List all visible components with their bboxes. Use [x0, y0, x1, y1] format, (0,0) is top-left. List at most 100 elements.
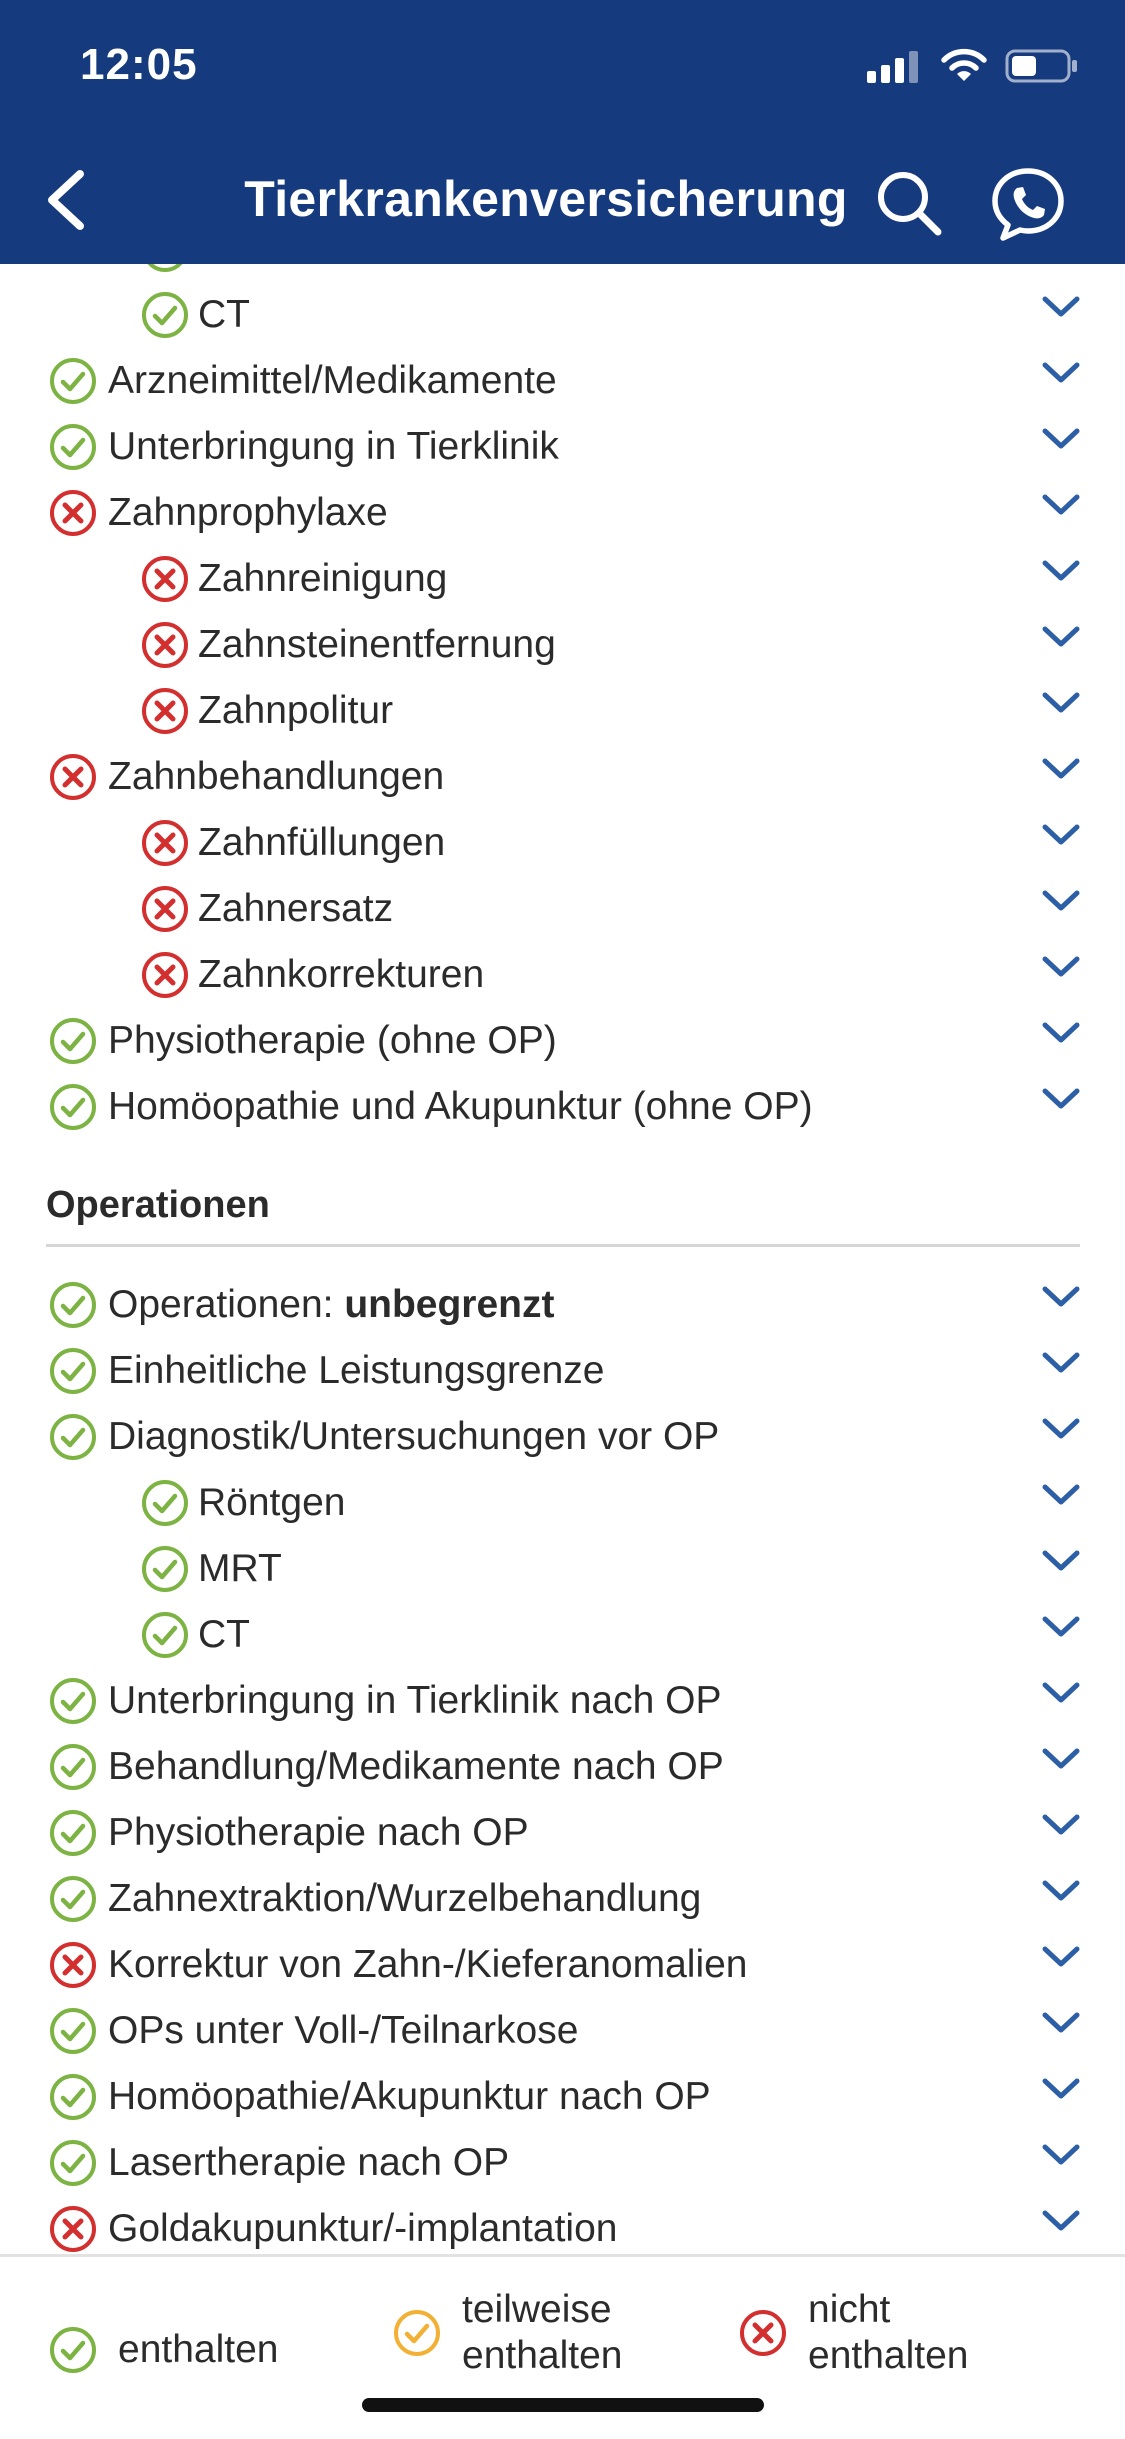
- search-button[interactable]: [874, 168, 944, 238]
- section-divider: [46, 1244, 1080, 1247]
- check-circle-icon: [48, 2325, 98, 2375]
- chevron-down-icon[interactable]: [1040, 1084, 1082, 1114]
- x-circle-icon: [48, 1940, 98, 1990]
- list-item[interactable]: Zahnbehandlungen: [0, 744, 1125, 810]
- chevron-down-icon[interactable]: [1040, 1876, 1082, 1906]
- chevron-down-icon[interactable]: [1040, 358, 1082, 388]
- list-item-label: CT: [198, 293, 250, 336]
- x-circle-icon: [140, 884, 190, 934]
- list-item[interactable]: Physiotherapie (ohne OP): [0, 1008, 1125, 1074]
- list-item[interactable]: Zahnextraktion/Wurzelbehandlung: [0, 1866, 1125, 1932]
- legend-partial-label: teilweise enthalten: [462, 2288, 623, 2377]
- list-item-label: Röntgen: [198, 1481, 346, 1524]
- chevron-down-icon[interactable]: [1040, 1282, 1082, 1312]
- chevron-down-icon[interactable]: [1040, 820, 1082, 850]
- list-item-label: Behandlung/Medikamente nach OP: [108, 1745, 724, 1788]
- legend-included-label: enthalten: [118, 2328, 279, 2371]
- list-item[interactable]: Unterbringung in Tierklinik nach OP: [0, 1668, 1125, 1734]
- check-circle-icon: [140, 1478, 190, 1528]
- list-item[interactable]: Homöopathie/Akupunktur nach OP: [0, 2064, 1125, 2130]
- chevron-down-icon[interactable]: [1040, 292, 1082, 322]
- list-item-label: Zahnfüllungen: [198, 821, 446, 864]
- list-item[interactable]: Unterbringung in Tierklinik: [0, 414, 1125, 480]
- x-circle-icon: [48, 2204, 98, 2254]
- list-item-label: Zahnpolitur: [198, 689, 394, 732]
- check-circle-icon: [48, 2138, 98, 2188]
- chevron-down-icon[interactable]: [1040, 952, 1082, 982]
- x-circle-icon: [48, 752, 98, 802]
- list-item[interactable]: Physiotherapie nach OP: [0, 1800, 1125, 1866]
- check-circle-icon: [140, 290, 190, 340]
- status-bar: 12:05: [0, 0, 1125, 140]
- list-item-label: Korrektur von Zahn-/Kieferanomalien: [108, 1943, 748, 1986]
- legend-included: enthalten: [48, 2325, 278, 2375]
- list-item[interactable]: Einheitliche Leistungsgrenze: [0, 1338, 1125, 1404]
- call-button[interactable]: [990, 166, 1066, 242]
- chevron-down-icon[interactable]: [1040, 622, 1082, 652]
- check-circle-icon: [48, 356, 98, 406]
- list-item[interactable]: Zahnsteinentfernung: [0, 612, 1125, 678]
- list-item[interactable]: Zahnkorrekturen: [0, 942, 1125, 1008]
- list-item[interactable]: Operationen: unbegrenzt: [0, 1272, 1125, 1338]
- coverage-list: CT Arzneimittel/Medikamente Unterbringung …: [0, 264, 1125, 2254]
- list-item[interactable]: Zahnfüllungen: [0, 810, 1125, 876]
- chevron-down-icon[interactable]: [1040, 886, 1082, 916]
- chevron-down-icon[interactable]: [1040, 1810, 1082, 1840]
- chevron-down-icon[interactable]: [1040, 1348, 1082, 1378]
- navigation-bar: Tierkrankenversicherung: [0, 140, 1125, 264]
- list-item[interactable]: MRT: [0, 1536, 1125, 1602]
- chevron-down-icon[interactable]: [1040, 1678, 1082, 1708]
- partial-check-circle-icon: [392, 2308, 442, 2358]
- list-item[interactable]: Zahnersatz: [0, 876, 1125, 942]
- list-item[interactable]: Zahnpolitur: [0, 678, 1125, 744]
- list-item-label: MRT: [198, 1547, 282, 1590]
- list-item[interactable]: CT: [0, 282, 1125, 348]
- chevron-down-icon[interactable]: [1040, 2140, 1082, 2170]
- list-item-label: Zahnprophylaxe: [108, 491, 388, 534]
- list-item-label: Operationen: unbegrenzt: [108, 1283, 555, 1326]
- x-circle-icon: [140, 620, 190, 670]
- list-item[interactable]: CT: [0, 1602, 1125, 1668]
- chevron-down-icon[interactable]: [1040, 688, 1082, 718]
- list-item-label: Zahnbehandlungen: [108, 755, 445, 798]
- chevron-down-icon[interactable]: [1040, 754, 1082, 784]
- chevron-down-icon[interactable]: [1040, 2074, 1082, 2104]
- chevron-down-icon[interactable]: [1040, 1414, 1082, 1444]
- list-item-label: Unterbringung in Tierklinik nach OP: [108, 1679, 722, 1722]
- check-circle-icon: [48, 1742, 98, 1792]
- list-item-label: Einheitliche Leistungsgrenze: [108, 1349, 605, 1392]
- chevron-down-icon[interactable]: [1040, 2008, 1082, 2038]
- chevron-down-icon[interactable]: [1040, 2206, 1082, 2236]
- list-item-label: OPs unter Voll-/Teilnarkose: [108, 2009, 579, 2052]
- x-circle-icon: [140, 818, 190, 868]
- list-item-label: Zahnkorrekturen: [198, 953, 485, 996]
- chevron-down-icon[interactable]: [1040, 1018, 1082, 1048]
- legend-excluded: nicht enthalten: [738, 2287, 968, 2379]
- list-item[interactable]: Diagnostik/Untersuchungen vor OP: [0, 1404, 1125, 1470]
- list-item-label: CT: [198, 1613, 250, 1656]
- chevron-down-icon[interactable]: [1040, 1612, 1082, 1642]
- chevron-down-icon[interactable]: [1040, 1480, 1082, 1510]
- list-item[interactable]: Goldakupunktur/-implantation: [0, 2196, 1125, 2254]
- home-indicator: [362, 2398, 764, 2412]
- list-item[interactable]: Zahnprophylaxe: [0, 480, 1125, 546]
- chevron-down-icon[interactable]: [1040, 424, 1082, 454]
- wifi-icon: [941, 48, 987, 81]
- chevron-down-icon[interactable]: [1040, 490, 1082, 520]
- chevron-down-icon[interactable]: [1040, 1942, 1082, 1972]
- list-item[interactable]: Zahnreinigung: [0, 546, 1125, 612]
- battery-icon: [1005, 49, 1077, 83]
- list-item[interactable]: Homöopathie und Akupunktur (ohne OP): [0, 1074, 1125, 1140]
- chevron-down-icon[interactable]: [1040, 1744, 1082, 1774]
- chevron-down-icon[interactable]: [1040, 1546, 1082, 1576]
- list-item[interactable]: Korrektur von Zahn-/Kieferanomalien: [0, 1932, 1125, 1998]
- list-item[interactable]: Arzneimittel/Medikamente: [0, 348, 1125, 414]
- chevron-down-icon[interactable]: [1040, 556, 1082, 586]
- list-item-label: Diagnostik/Untersuchungen vor OP: [108, 1415, 720, 1458]
- list-item[interactable]: OPs unter Voll-/Teilnarkose: [0, 1998, 1125, 2064]
- list-item-value: unbegrenzt: [344, 1283, 555, 1326]
- list-item[interactable]: Röntgen: [0, 1470, 1125, 1536]
- legend-partial: teilweise enthalten: [392, 2287, 622, 2379]
- list-item[interactable]: Lasertherapie nach OP: [0, 2130, 1125, 2196]
- list-item[interactable]: Behandlung/Medikamente nach OP: [0, 1734, 1125, 1800]
